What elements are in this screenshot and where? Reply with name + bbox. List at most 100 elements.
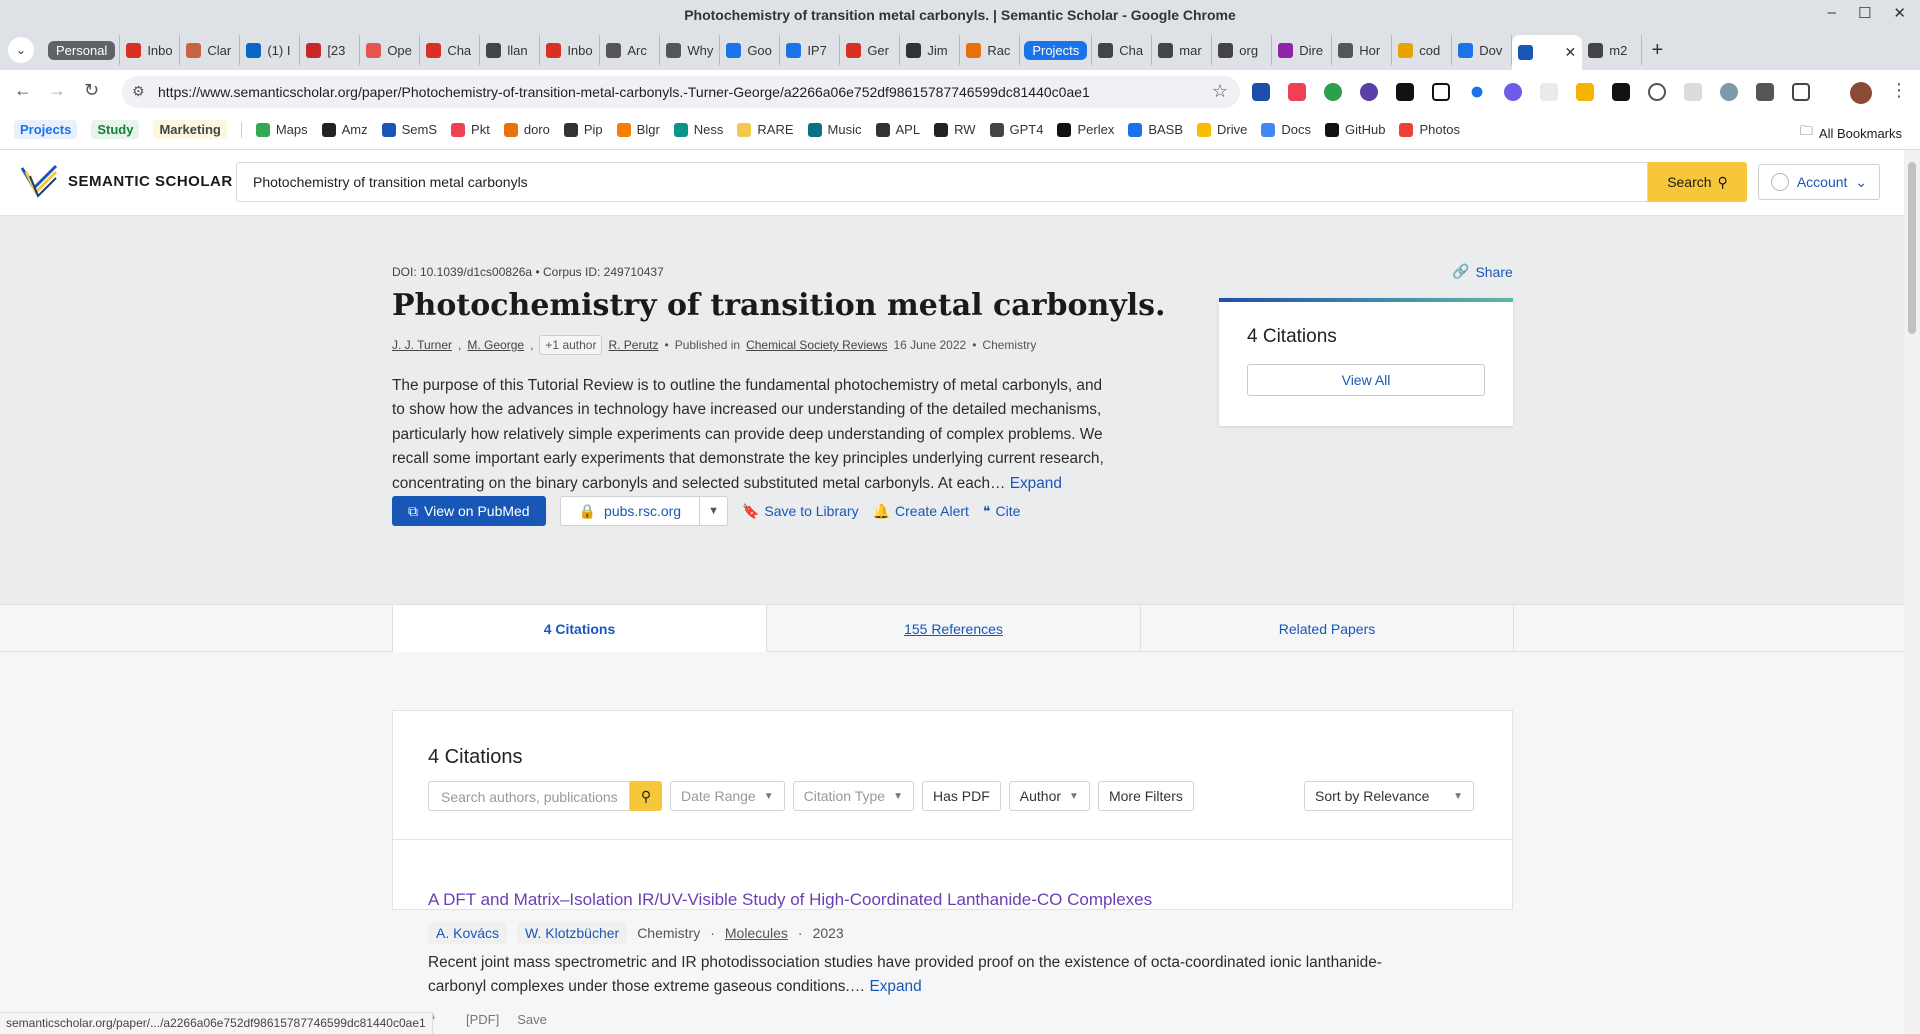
extension-icon[interactable] — [1576, 83, 1594, 101]
tab-group-label[interactable]: Projects — [1020, 35, 1093, 65]
doi-text[interactable]: DOI: 10.1039/d1cs00826a — [392, 265, 532, 279]
browser-tab[interactable]: Goo — [720, 35, 781, 65]
extension-icon[interactable] — [1648, 83, 1666, 101]
browser-tab[interactable]: IP7 — [780, 35, 841, 65]
bookmark-group[interactable]: Study — [91, 120, 140, 139]
page-scrollbar[interactable] — [1904, 150, 1920, 1034]
bookmark-item[interactable]: Drive — [1197, 122, 1247, 137]
bookmark-item[interactable]: Maps — [255, 122, 308, 137]
address-bar[interactable]: ⚙ https://www.semanticscholar.org/paper/… — [122, 76, 1240, 108]
scrollbar-thumb[interactable] — [1908, 162, 1916, 334]
bookmark-item[interactable]: Music — [807, 122, 862, 137]
tab-related-papers[interactable]: Related Papers — [1140, 605, 1514, 653]
bookmark-item[interactable]: GitHub — [1325, 122, 1385, 137]
bookmark-item[interactable]: RW — [934, 122, 976, 137]
extension-icon[interactable] — [1612, 83, 1630, 101]
browser-tab[interactable]: Cha — [420, 35, 481, 65]
save-to-library-button[interactable]: 🔖 Save to Library — [742, 503, 859, 520]
author-filter[interactable]: Author ▼ — [1008, 781, 1090, 811]
search-button[interactable]: Search ⚲ — [1648, 162, 1747, 202]
extension-icon[interactable] — [1756, 83, 1774, 101]
result-author[interactable]: W. Klotzbücher — [517, 922, 628, 944]
browser-tab[interactable]: (1) I — [240, 35, 301, 65]
semantic-scholar-logo[interactable]: SEMANTIC SCHOLAR — [20, 164, 233, 198]
account-button[interactable]: Account ⌄ — [1758, 164, 1880, 200]
browser-tab[interactable]: org — [1212, 35, 1273, 65]
browser-tab[interactable]: Cha — [1092, 35, 1153, 65]
bookmark-item[interactable]: BASB — [1128, 122, 1183, 137]
extension-icon[interactable] — [1396, 83, 1414, 101]
extension-icon[interactable] — [1471, 86, 1483, 98]
tab-search-button[interactable]: ⌄ — [8, 37, 34, 63]
browser-tab[interactable]: Rac — [960, 35, 1021, 65]
site-search-input[interactable] — [237, 163, 1647, 201]
minimize-icon[interactable]: – — [1828, 4, 1836, 22]
bookmark-item[interactable]: SemS — [381, 122, 437, 137]
browser-tab[interactable]: Jim — [900, 35, 961, 65]
bookmark-item[interactable]: Perlex — [1057, 122, 1114, 137]
browser-tab[interactable]: Ger — [840, 35, 901, 65]
tab-citations[interactable]: 4 Citations — [392, 605, 766, 653]
all-bookmarks-button[interactable]: 🗀 All Bookmarks — [1800, 122, 1902, 144]
profile-avatar[interactable] — [1850, 82, 1872, 104]
bookmark-item[interactable]: doro — [503, 122, 550, 137]
publisher-link-button[interactable]: 🔒 pubs.rsc.org ▼ — [559, 496, 728, 526]
bookmark-item[interactable]: Docs — [1261, 122, 1311, 137]
chrome-menu-icon[interactable]: ⋮ — [1890, 80, 1908, 101]
bookmark-star-icon[interactable]: ☆ — [1212, 81, 1228, 102]
chevron-down-icon[interactable]: ▼ — [700, 505, 727, 517]
extension-icon[interactable] — [1252, 83, 1270, 101]
close-tab-icon[interactable]: ✕ — [1565, 44, 1577, 61]
bookmark-group[interactable]: Projects — [14, 120, 78, 139]
close-window-icon[interactable]: ✕ — [1893, 4, 1906, 22]
extension-icon[interactable] — [1684, 83, 1702, 101]
bookmark-item[interactable]: Ness — [673, 122, 723, 137]
browser-tab[interactable]: m2 — [1582, 35, 1643, 65]
extension-icon[interactable] — [1504, 83, 1522, 101]
has-pdf-filter[interactable]: Has PDF — [922, 781, 1001, 811]
result-expand-link[interactable]: Expand — [869, 978, 921, 995]
extension-icon[interactable] — [1432, 83, 1450, 101]
citation-search-button[interactable]: ⚲ — [630, 781, 662, 811]
author-link[interactable]: J. J. Turner — [392, 338, 452, 352]
result-save-link[interactable]: Save — [517, 1012, 547, 1028]
result-author[interactable]: A. Kovács — [428, 922, 508, 944]
reload-icon[interactable]: ↻ — [84, 80, 99, 101]
site-search-box[interactable] — [236, 162, 1648, 202]
share-button[interactable]: 🔗 Share — [1452, 263, 1513, 280]
bookmark-item[interactable]: APL — [875, 122, 920, 137]
tab-group-label[interactable]: Personal — [44, 35, 121, 65]
browser-tab[interactable]: Arc — [600, 35, 661, 65]
active-tab[interactable]: ✕ — [1512, 35, 1583, 70]
extension-icon[interactable] — [1720, 83, 1738, 101]
back-arrow-icon[interactable]: ← — [14, 80, 32, 101]
author-link[interactable]: R. Perutz — [608, 338, 658, 352]
result-pdf-link[interactable]: [PDF] — [466, 1012, 499, 1028]
browser-tab[interactable]: mar — [1152, 35, 1213, 65]
browser-tab[interactable]: Dov — [1452, 35, 1513, 65]
pocket-extension-icon[interactable] — [1288, 83, 1306, 101]
sort-select[interactable]: Sort by Relevance ▼ — [1304, 781, 1474, 811]
browser-tab[interactable]: Clar — [180, 35, 241, 65]
browser-tab[interactable]: Inbo — [540, 35, 601, 65]
bookmark-item[interactable]: Photos — [1399, 122, 1460, 137]
forward-arrow-icon[interactable]: → — [48, 80, 66, 101]
extension-icon[interactable] — [1360, 83, 1378, 101]
extension-icon[interactable] — [1324, 83, 1342, 101]
more-authors-button[interactable]: +1 author — [539, 335, 603, 355]
new-tab-button[interactable]: + — [1642, 35, 1672, 65]
address-url[interactable]: https://www.semanticscholar.org/paper/Ph… — [158, 84, 1090, 100]
bookmark-item[interactable]: Pip — [563, 122, 603, 137]
site-info-icon[interactable]: ⚙ — [132, 83, 145, 100]
bookmark-item[interactable]: Amz — [321, 122, 368, 137]
publisher-link[interactable]: 🔒 pubs.rsc.org — [561, 497, 701, 525]
date-range-filter[interactable]: Date Range ▼ — [670, 781, 785, 811]
browser-tab[interactable]: Ope — [360, 35, 421, 65]
bookmark-group[interactable]: Marketing — [153, 120, 227, 139]
tab-references[interactable]: 155 References — [766, 605, 1140, 653]
browser-tab[interactable]: Why — [660, 35, 721, 65]
view-all-citations-button[interactable]: View All — [1247, 364, 1485, 396]
author-link[interactable]: M. George — [467, 338, 524, 352]
expand-abstract-link[interactable]: Expand — [1010, 475, 1062, 492]
citation-type-filter[interactable]: Citation Type ▼ — [792, 781, 914, 811]
